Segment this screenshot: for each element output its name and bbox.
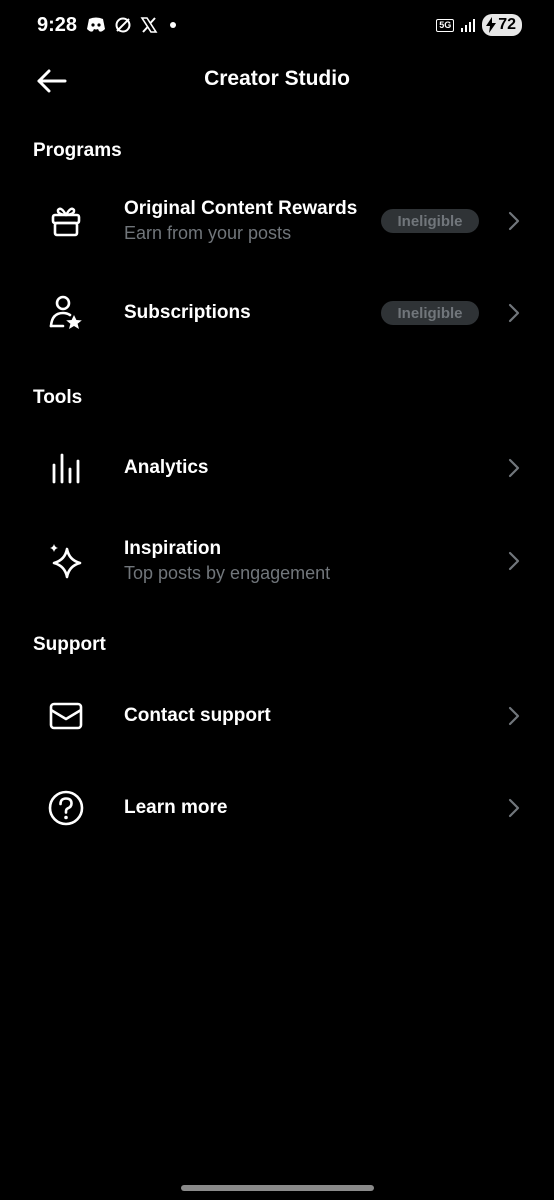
home-indicator[interactable]: [181, 1185, 374, 1191]
chevron-right-icon: [508, 303, 520, 323]
envelope-icon: [44, 694, 88, 738]
chevron-right-icon: [508, 551, 520, 571]
row-subtitle: Top posts by engagement: [124, 563, 331, 583]
row-label: Inspiration: [124, 538, 222, 559]
chevron-right-icon: [508, 706, 520, 726]
user-star-icon: [44, 291, 88, 335]
help-circle-icon: [44, 786, 88, 830]
list-item-inspiration[interactable]: Inspiration Top posts by engagement: [0, 521, 554, 601]
list-item-subscriptions[interactable]: Subscriptions Ineligible: [0, 273, 554, 353]
notification-dot-icon: [170, 22, 176, 28]
x-logo-icon: [140, 17, 158, 33]
notification-icons: [86, 16, 180, 34]
battery-level: 72: [498, 16, 516, 33]
status-bar: 9:28 5G 72: [0, 0, 554, 54]
top-bar: Creator Studio: [0, 54, 554, 108]
gift-icon: [44, 199, 88, 243]
list-item-contact-support[interactable]: Contact support: [0, 676, 554, 756]
status-time: 9:28: [37, 14, 78, 36]
row-label: Subscriptions: [124, 302, 251, 323]
row-label: Learn more: [124, 797, 228, 818]
battery-indicator: 72: [482, 14, 522, 36]
analytics-icon: [44, 446, 88, 490]
row-label: Original Content Rewards: [124, 198, 358, 219]
status-badge: Ineligible: [381, 209, 479, 233]
signal-icon: [461, 19, 476, 32]
row-label: Analytics: [124, 457, 209, 478]
page-title: Creator Studio: [204, 67, 350, 90]
section-title-tools: Tools: [33, 387, 83, 408]
section-title-programs: Programs: [33, 140, 122, 161]
chevron-right-icon: [508, 798, 520, 818]
sync-off-icon: [115, 17, 131, 33]
chevron-right-icon: [508, 211, 520, 231]
chevron-right-icon: [508, 458, 520, 478]
charging-bolt-icon: [486, 17, 497, 33]
list-item-original-content-rewards[interactable]: Original Content Rewards Earn from your …: [0, 181, 554, 261]
discord-icon: [87, 17, 105, 32]
section-title-support: Support: [33, 634, 106, 655]
sparkle-icon: [44, 539, 88, 583]
row-subtitle: Earn from your posts: [124, 223, 292, 243]
system-icons: 5G 72: [436, 14, 522, 36]
network-badge: 5G: [436, 18, 455, 32]
list-item-analytics[interactable]: Analytics: [0, 428, 554, 508]
status-badge: Ineligible: [381, 301, 479, 325]
row-label: Contact support: [124, 705, 271, 726]
list-item-learn-more[interactable]: Learn more: [0, 768, 554, 848]
